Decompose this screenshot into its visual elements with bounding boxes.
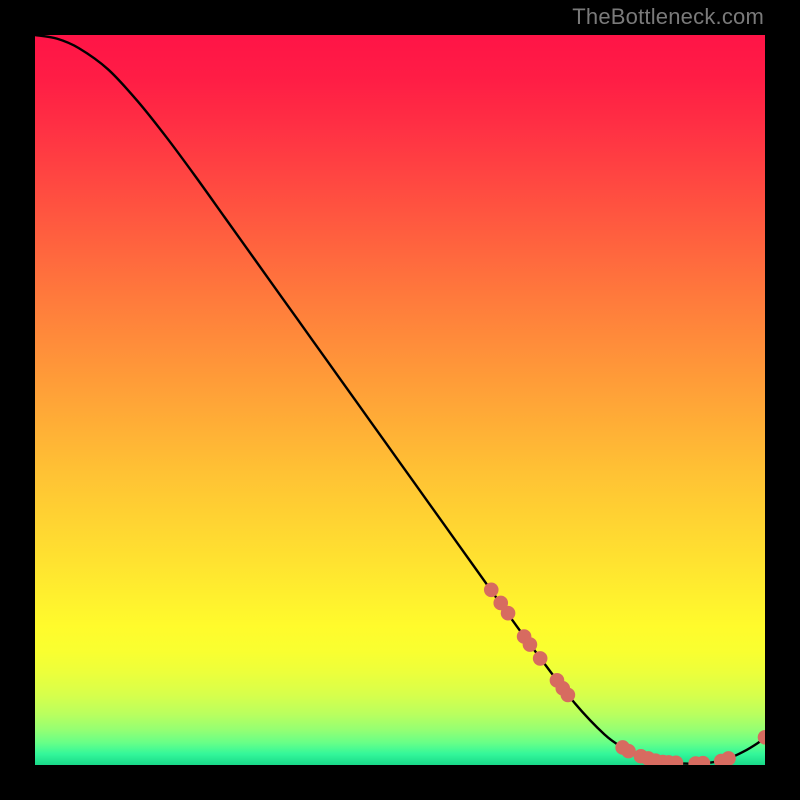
curve-marker [533, 651, 548, 666]
watermark-text: TheBottleneck.com [572, 4, 764, 30]
curve-marker [561, 688, 576, 703]
curve-marker [501, 606, 516, 621]
curve-marker [523, 637, 538, 652]
bottleneck-curve [35, 35, 765, 764]
curve-marker [621, 744, 636, 759]
plot-area [35, 35, 765, 765]
chart-stage: TheBottleneck.com [0, 0, 800, 800]
curve-markers [484, 583, 765, 766]
curve-marker [484, 583, 499, 598]
curve-marker [721, 751, 736, 765]
chart-svg [35, 35, 765, 765]
